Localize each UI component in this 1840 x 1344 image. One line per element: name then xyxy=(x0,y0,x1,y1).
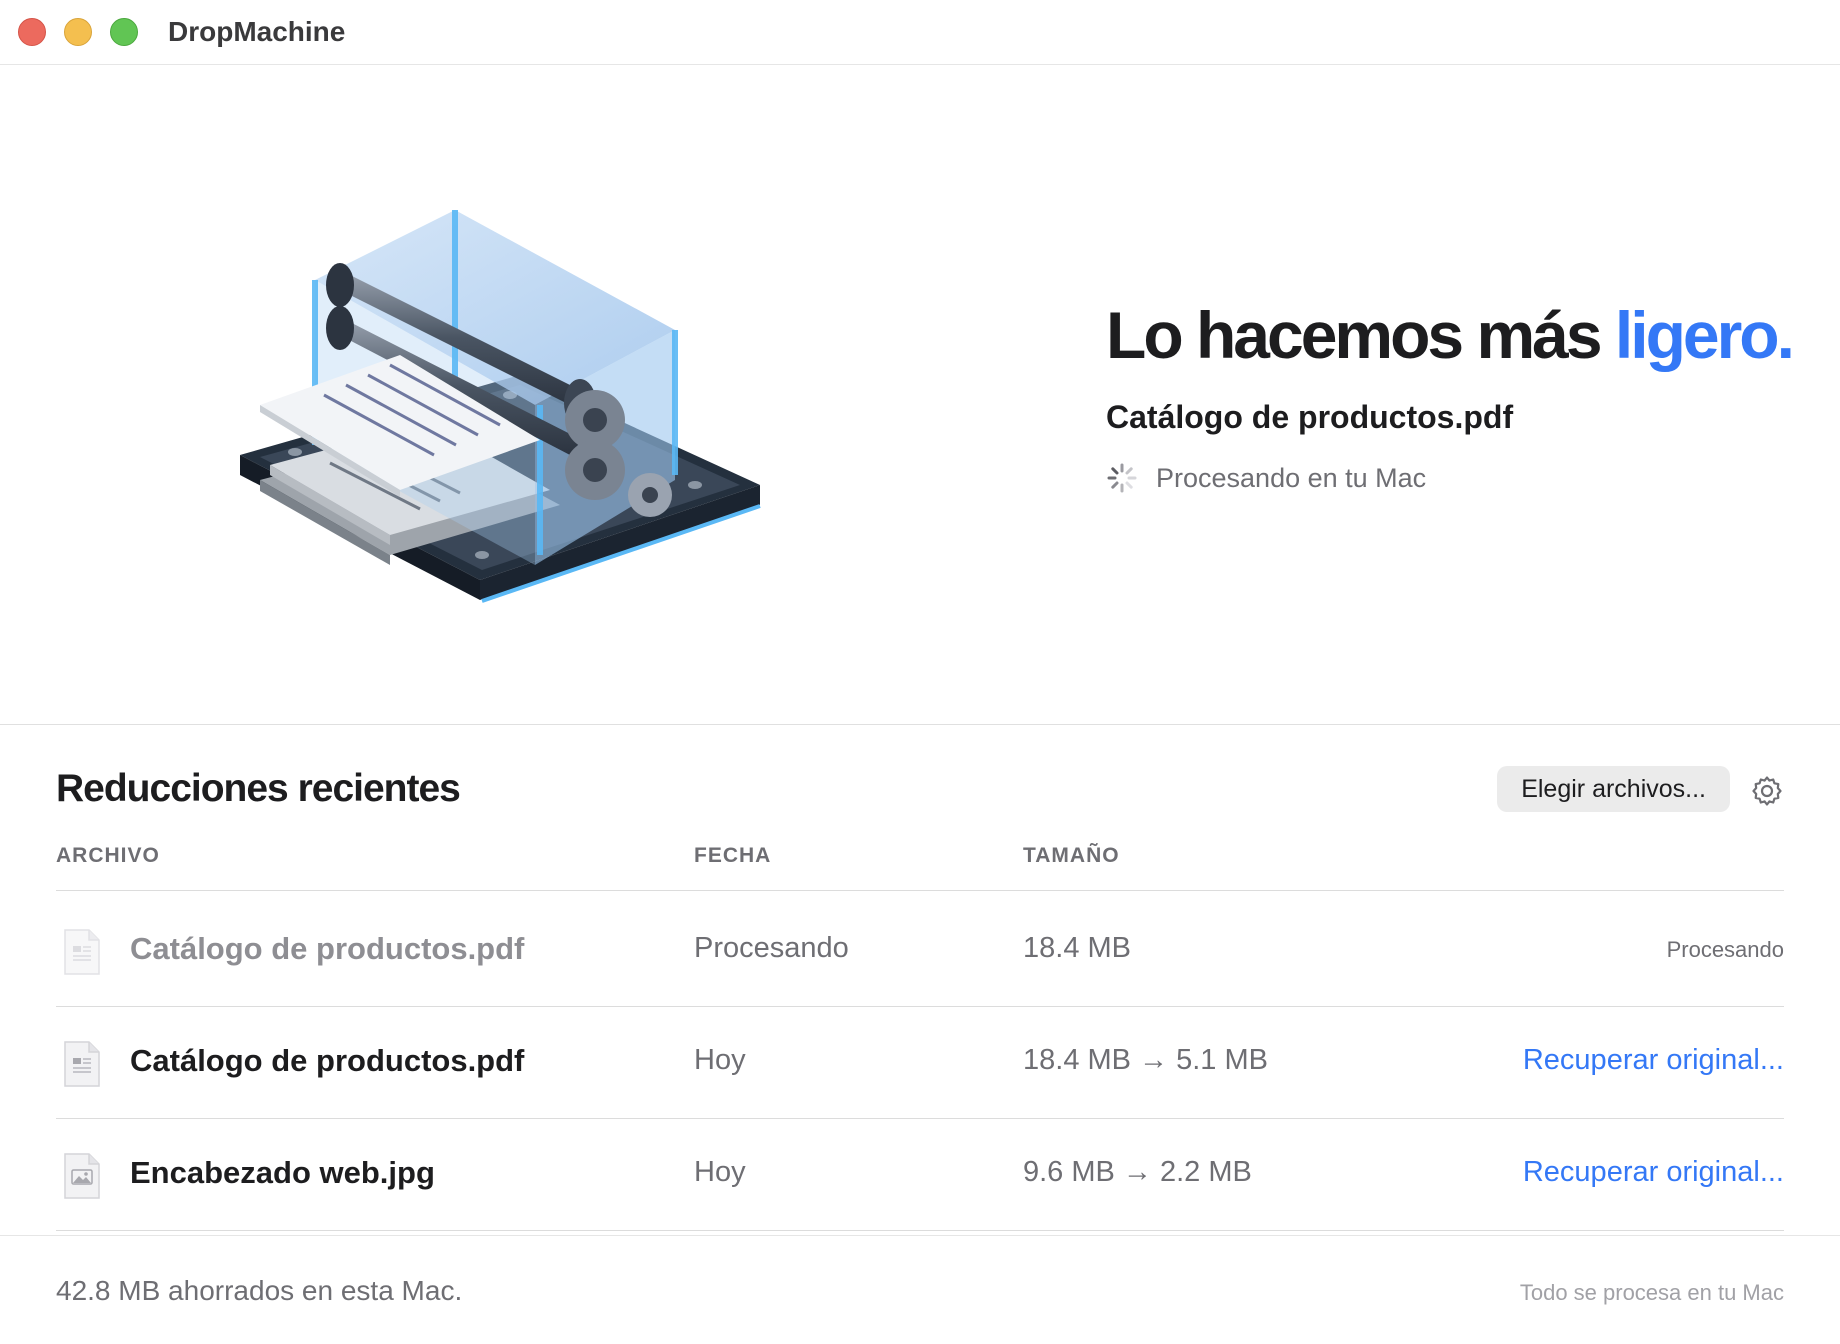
window-title: DropMachine xyxy=(168,16,346,47)
file-size: 9.6 MB → 2.2 MB xyxy=(1023,1156,1252,1188)
spinner-icon xyxy=(1107,463,1137,493)
file-size: 18.4 MB xyxy=(1023,932,1131,964)
file-name: Catálogo de productos.pdf xyxy=(130,1043,525,1078)
close-window-button[interactable] xyxy=(18,18,46,46)
app-window: DropMachine Lo hacemos más ligero. Catál… xyxy=(0,0,1840,1344)
status-text: Procesando en tu Mac xyxy=(1156,463,1427,493)
hero-section: Lo hacemos más ligero. Catálogo de produ… xyxy=(0,65,1840,725)
current-file-name: Catálogo de productos.pdf xyxy=(1106,399,1514,435)
pdf-document-icon xyxy=(64,929,100,975)
headline-prefix: Lo hacemos más xyxy=(1106,298,1603,372)
headline-accent: ligero. xyxy=(1614,298,1795,372)
file-name: Encabezado web.jpg xyxy=(130,1155,435,1190)
choose-files-button[interactable]: Elegir archivos... xyxy=(1497,766,1730,812)
pdf-document-icon xyxy=(64,1041,100,1087)
privacy-note: Todo se procesa en tu Mac xyxy=(1519,1280,1784,1305)
zoom-window-button[interactable] xyxy=(110,18,138,46)
minimize-window-button[interactable] xyxy=(64,18,92,46)
table-row[interactable]: Encabezado web.jpg Hoy 9.6 MB → 2.2 MB R… xyxy=(56,1119,1784,1231)
recover-original-link[interactable]: Recuperar original... xyxy=(1523,1156,1784,1189)
processing-status: Procesando en tu Mac xyxy=(1106,461,1792,495)
file-name: Catálogo de productos.pdf xyxy=(130,931,525,966)
column-header-date[interactable]: FECHA xyxy=(694,844,771,868)
image-document-icon xyxy=(64,1153,100,1199)
column-header-size[interactable]: TAMAÑO xyxy=(1023,844,1120,868)
space-saved-text: 42.8 MB ahorrados en esta Mac. xyxy=(56,1275,463,1306)
headline: Lo hacemos más ligero. xyxy=(1106,295,1795,375)
file-size: 18.4 MB → 5.1 MB xyxy=(1023,1044,1268,1076)
file-date: Hoy xyxy=(694,1156,746,1188)
footer-divider xyxy=(0,1235,1840,1236)
column-header-file[interactable]: ARCHIVO xyxy=(56,844,160,868)
compression-machine-illustration xyxy=(240,210,761,603)
file-date: Hoy xyxy=(694,1044,746,1076)
title-bar[interactable]: DropMachine xyxy=(0,0,1840,65)
table-row[interactable]: Catálogo de productos.pdf Hoy 18.4 MB → … xyxy=(56,1007,1784,1119)
section-divider xyxy=(0,724,1840,725)
table-header: ARCHIVO FECHA TAMAÑO xyxy=(56,844,1784,891)
hero-text: Lo hacemos más ligero. Catálogo de produ… xyxy=(1106,295,1795,495)
recent-files-table: Catálogo de productos.pdf Procesando 18.… xyxy=(56,895,1784,1231)
row-status: Procesando xyxy=(1666,937,1784,962)
recover-original-link[interactable]: Recuperar original... xyxy=(1523,1044,1784,1077)
section-title: Reducciones recientes xyxy=(56,767,461,810)
table-row[interactable]: Catálogo de productos.pdf Procesando 18.… xyxy=(56,895,1784,1007)
gear-icon[interactable] xyxy=(1750,774,1784,808)
file-date: Procesando xyxy=(694,932,849,964)
